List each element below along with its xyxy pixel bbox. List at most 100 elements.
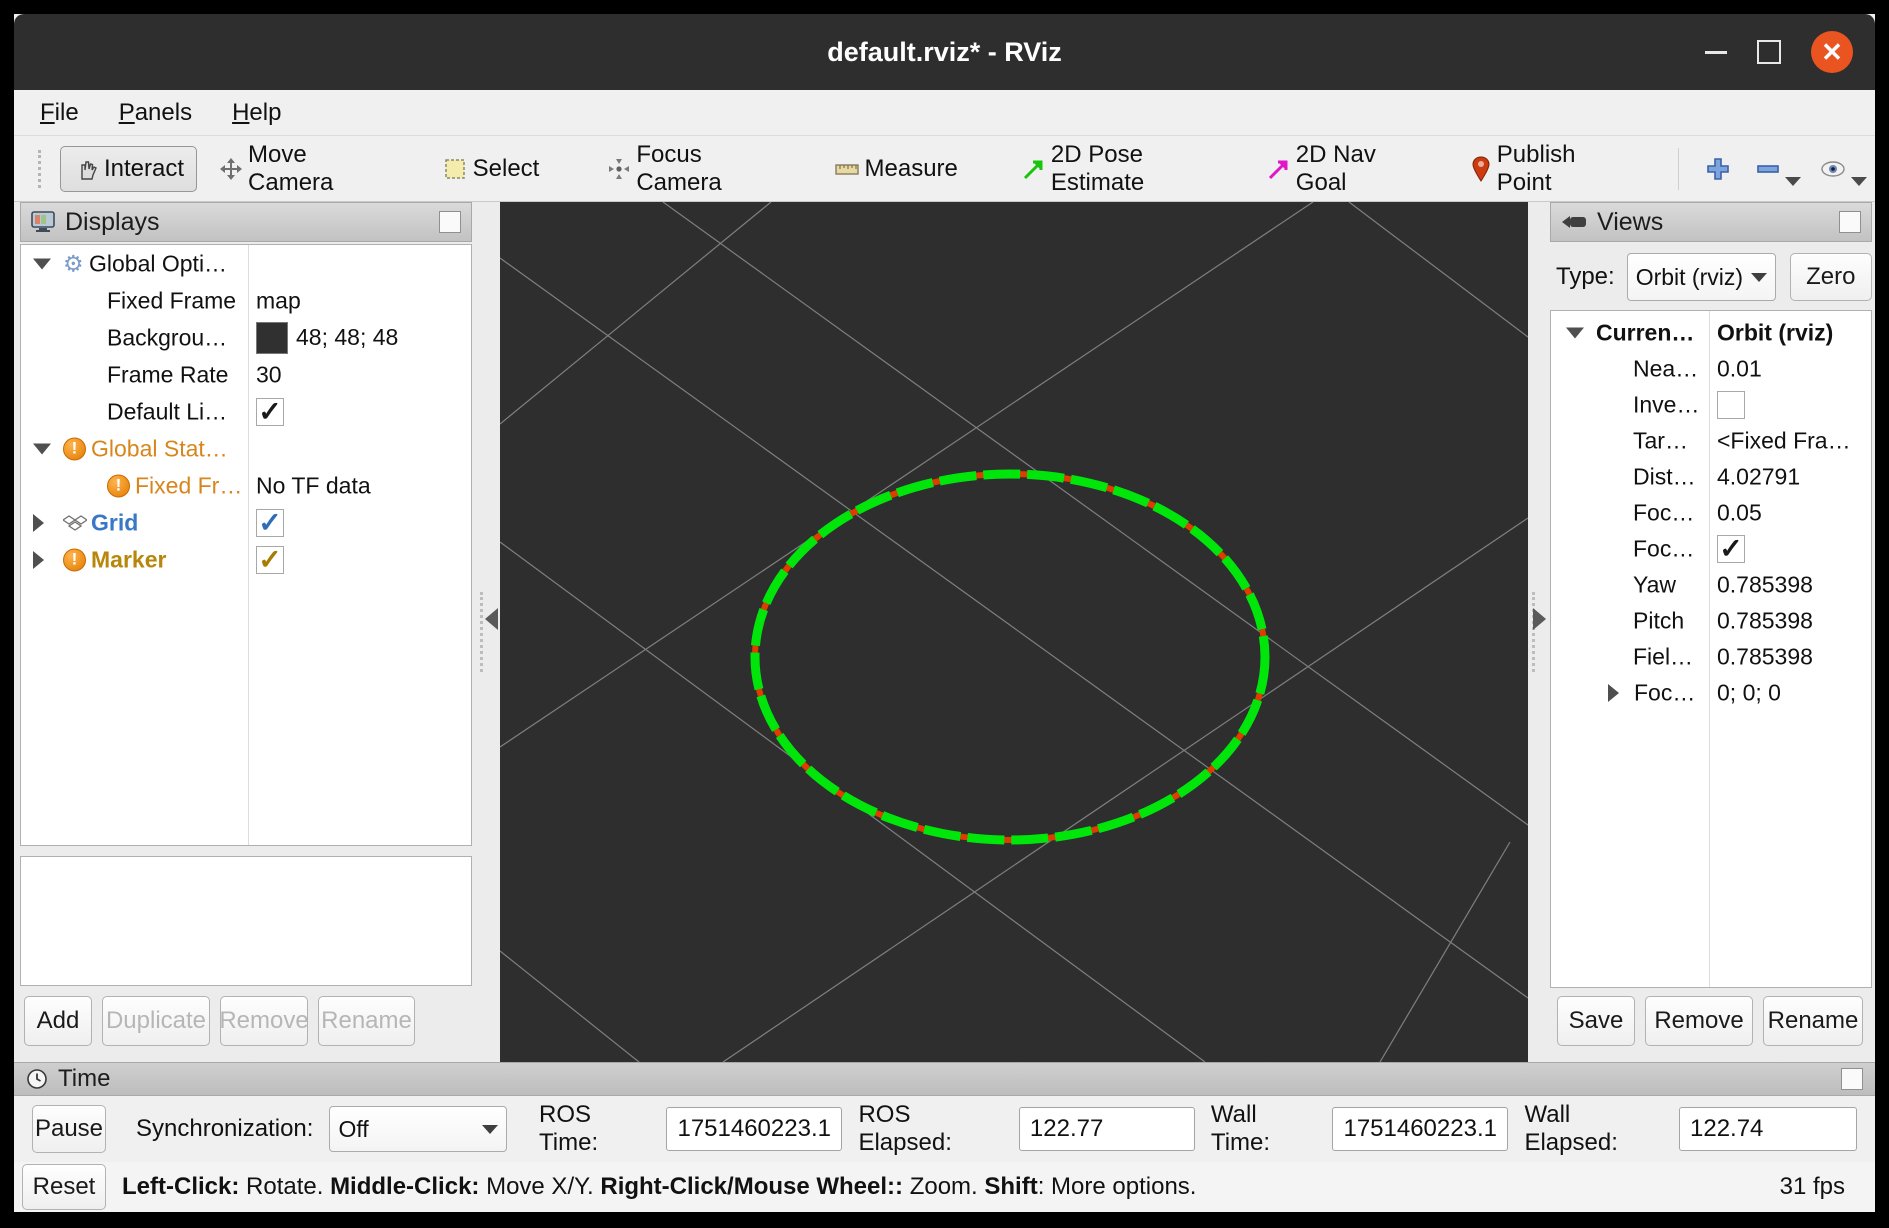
checkbox-checked[interactable]: [256, 546, 284, 574]
rename-view-button[interactable]: Rename: [1763, 996, 1863, 1046]
displays-buttons: Add Duplicate Remove Rename: [24, 996, 415, 1046]
row-field-of-view[interactable]: Fiel… 0.785398: [1551, 639, 1871, 675]
nav-goal-arrow-icon: [1267, 156, 1291, 182]
view-type-dropdown[interactable]: Orbit (rviz): [1627, 253, 1776, 301]
view-type-row: Type: Orbit (rviz) Zero: [1550, 252, 1872, 302]
close-icon[interactable]: ✕: [1811, 31, 1853, 73]
views-tree: Curren… Orbit (rviz) Nea… 0.01 Inve… Tar…: [1550, 310, 1872, 988]
expander-icon[interactable]: [1608, 684, 1619, 702]
monitor-icon: [31, 211, 55, 233]
color-swatch[interactable]: [256, 322, 288, 354]
ros-elapsed-label: ROS Elapsed:: [858, 1101, 1002, 1157]
rename-button[interactable]: Rename: [318, 996, 415, 1046]
row-near-clip[interactable]: Nea… 0.01: [1551, 351, 1871, 387]
toolbar-drag-handle[interactable]: [38, 150, 46, 188]
expander-icon[interactable]: [33, 514, 44, 532]
map-pin-icon: [1470, 156, 1491, 182]
views-buttons: Save Remove Rename: [1557, 996, 1863, 1046]
displays-panel-header[interactable]: Displays: [20, 202, 472, 242]
views-panel-header[interactable]: Views: [1550, 202, 1872, 242]
window-title: default.rviz* - RViz: [827, 37, 1062, 68]
row-distance[interactable]: Dist… 4.02791: [1551, 459, 1871, 495]
checkbox-unchecked[interactable]: [1717, 391, 1745, 419]
row-invert-z[interactable]: Inve…: [1551, 387, 1871, 423]
row-focal-point[interactable]: Foc… 0; 0; 0: [1551, 675, 1871, 711]
hide-right-panel-icon[interactable]: [1533, 608, 1546, 630]
displays-panel-title: Displays: [65, 208, 159, 237]
panel-float-box[interactable]: [439, 211, 461, 233]
fps-counter: 31 fps: [1780, 1173, 1845, 1201]
menu-file[interactable]: File: [40, 99, 79, 127]
render-viewport[interactable]: [500, 202, 1528, 1062]
add-button[interactable]: Add: [24, 996, 92, 1046]
titlebar[interactable]: default.rviz* - RViz ✕: [14, 14, 1875, 90]
duplicate-button[interactable]: Duplicate: [102, 996, 210, 1046]
expander-icon[interactable]: [33, 443, 51, 454]
row-marker[interactable]: Marker: [21, 541, 471, 578]
row-grid[interactable]: Grid: [21, 504, 471, 541]
sync-dropdown[interactable]: Off: [329, 1106, 507, 1152]
add-tool-button[interactable]: [1705, 156, 1731, 182]
expander-icon[interactable]: [33, 258, 51, 269]
panel-float-box[interactable]: [1839, 211, 1861, 233]
row-pitch[interactable]: Pitch 0.785398: [1551, 603, 1871, 639]
chevron-down-icon[interactable]: [1851, 177, 1867, 186]
tool-interact[interactable]: Interact: [60, 146, 197, 192]
wall-time-field[interactable]: [1332, 1107, 1508, 1151]
zero-button[interactable]: Zero: [1790, 253, 1872, 301]
tool-2d-pose-estimate[interactable]: 2D Pose Estimate: [1010, 133, 1219, 205]
time-panel-header[interactable]: Time: [14, 1062, 1875, 1096]
expander-icon[interactable]: [1566, 328, 1584, 339]
row-global-options[interactable]: ⚙ Global Opti…: [21, 245, 471, 282]
reset-button[interactable]: Reset: [22, 1164, 106, 1210]
property-help-area: [20, 856, 472, 986]
row-frame-rate[interactable]: Frame Rate 30: [21, 356, 471, 393]
toolbar: Interact Move Camera Select Focus Camera: [14, 136, 1875, 202]
checkbox-checked[interactable]: [256, 509, 284, 537]
displays-panel: Displays ⚙ Global Opti… Fixed Frame map …: [20, 202, 472, 1062]
checkbox-checked[interactable]: [256, 398, 284, 426]
wall-time-label: Wall Time:: [1211, 1101, 1317, 1157]
left-splitter[interactable]: [472, 202, 500, 1062]
hide-left-panel-icon[interactable]: [485, 608, 498, 630]
checkbox-checked[interactable]: [1717, 535, 1745, 563]
pause-button[interactable]: Pause: [32, 1105, 106, 1153]
row-default-light[interactable]: Default Li…: [21, 393, 471, 430]
remove-view-button[interactable]: Remove: [1645, 996, 1753, 1046]
row-target-frame[interactable]: Tar… <Fixed Fra…: [1551, 423, 1871, 459]
remove-button[interactable]: Remove: [220, 996, 308, 1046]
tool-publish-point[interactable]: Publish Point: [1458, 133, 1624, 205]
plus-icon: [1705, 156, 1731, 182]
tool-2d-nav-goal[interactable]: 2D Nav Goal: [1255, 133, 1419, 205]
row-focal-shape-size[interactable]: Foc… 0.05: [1551, 495, 1871, 531]
tool-select[interactable]: Select: [430, 147, 552, 191]
views-panel: Views Type: Orbit (rviz) Zero Curren… Or…: [1550, 202, 1872, 1062]
expander-icon[interactable]: [33, 551, 44, 569]
splitter-handle[interactable]: [480, 592, 483, 672]
panel-float-box[interactable]: [1841, 1068, 1863, 1090]
wall-elapsed-field[interactable]: [1679, 1107, 1857, 1151]
row-focal-shape-fixed[interactable]: Foc…: [1551, 531, 1871, 567]
row-current-view[interactable]: Curren… Orbit (rviz): [1551, 315, 1871, 351]
menu-help[interactable]: Help: [232, 99, 281, 127]
row-fixed-frame[interactable]: Fixed Frame map: [21, 282, 471, 319]
menu-panels[interactable]: Panels: [119, 99, 192, 127]
tool-focus-camera[interactable]: Focus Camera: [595, 133, 775, 205]
minimize-icon[interactable]: [1705, 51, 1727, 54]
row-background-color[interactable]: Backgrou… 48; 48; 48: [21, 319, 471, 356]
remove-tool-button[interactable]: [1755, 151, 1801, 186]
splitter-handle[interactable]: [1532, 592, 1535, 672]
row-global-status[interactable]: Global Stat…: [21, 430, 471, 467]
focus-crosshair-icon: [607, 156, 631, 182]
right-splitter[interactable]: [1528, 202, 1550, 1062]
row-fixed-frame-status[interactable]: Fixed Fr… No TF data: [21, 467, 471, 504]
tool-measure[interactable]: Measure: [822, 147, 970, 191]
tool-move-camera[interactable]: Move Camera: [207, 133, 382, 205]
tool-properties-button[interactable]: [1819, 151, 1867, 186]
ros-time-field[interactable]: [666, 1107, 842, 1151]
save-button[interactable]: Save: [1557, 996, 1635, 1046]
row-yaw[interactable]: Yaw 0.785398: [1551, 567, 1871, 603]
ros-elapsed-field[interactable]: [1019, 1107, 1195, 1151]
chevron-down-icon[interactable]: [1785, 177, 1801, 186]
maximize-icon[interactable]: [1757, 40, 1781, 64]
